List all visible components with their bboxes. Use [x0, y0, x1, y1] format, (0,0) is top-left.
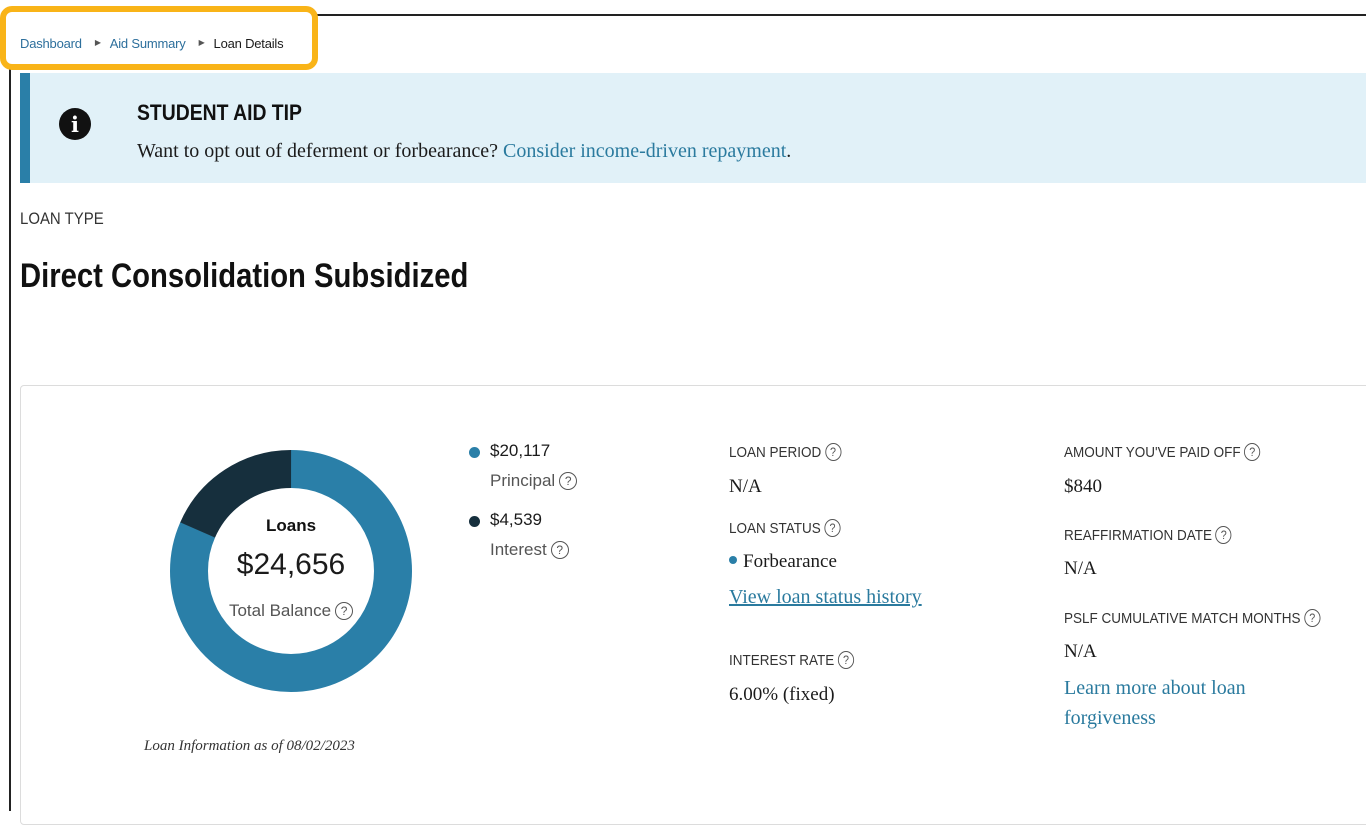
loan-status-label-row: LOAN STATUS? [729, 519, 841, 537]
reaffirmation-label-row: REAFFIRMATION DATE? [1064, 526, 1232, 544]
breadcrumb-aid-summary-link[interactable]: Aid Summary [110, 36, 186, 51]
window-left-border [9, 14, 11, 811]
principal-legend-dot [469, 447, 480, 458]
principal-amount: $20,117 [490, 441, 551, 460]
interest-amount: $4,539 [490, 510, 542, 529]
tip-text-body: Want to opt out of deferment or forbeara… [137, 140, 504, 162]
help-circle-icon[interactable]: ? [837, 651, 855, 669]
help-circle-icon[interactable]: ? [1304, 609, 1321, 627]
loan-period-value: N/A [729, 476, 762, 497]
total-balance-caption: Total Balance? [180, 601, 402, 621]
loan-period-label: LOAN PERIOD [729, 444, 822, 461]
help-circle-icon[interactable]: ? [559, 472, 578, 490]
total-balance-label: Total Balance [228, 601, 332, 620]
tip-text-end: . [786, 140, 792, 162]
loan-forgiveness-link-line2: forgiveness [1064, 707, 1156, 729]
view-loan-status-history-link[interactable]: View loan status history [729, 582, 922, 612]
total-balance-amount: $24,656 [236, 548, 346, 581]
student-aid-tip: i STUDENT AID TIP Want to opt out of def… [20, 73, 1366, 183]
breadcrumb-highlight: Dashboard ▶ Aid Summary ▶ Loan Details [0, 6, 318, 70]
help-circle-icon[interactable]: ? [335, 602, 354, 620]
triangle-right-icon: ▶ [94, 38, 101, 47]
tip-title: STUDENT AID TIP [137, 100, 302, 125]
loan-forgiveness-link[interactable]: Learn more about loan forgiveness [1064, 673, 1246, 733]
loan-status-value: Forbearance [743, 551, 837, 572]
paid-off-label-row: AMOUNT YOU'VE PAID OFF? [1064, 443, 1261, 461]
paid-off-value: $840 [1064, 476, 1102, 497]
interest-label: Interest [490, 540, 547, 559]
breadcrumb: Dashboard ▶ Aid Summary ▶ Loan Details [20, 36, 284, 51]
loan-status-label: LOAN STATUS [729, 520, 821, 537]
reaffirmation-value: N/A [1064, 558, 1097, 579]
loan-type-label: LOAN TYPE [20, 209, 104, 228]
help-circle-icon[interactable]: ? [824, 519, 841, 537]
interest-label-row: Interest? [490, 540, 569, 560]
pslf-value: N/A [1064, 641, 1097, 662]
loan-forgiveness-link-line1: Learn more about loan [1064, 677, 1246, 699]
loan-period-label-row: LOAN PERIOD? [729, 443, 842, 461]
interest-legend-dot [469, 516, 480, 527]
tip-text: Want to opt out of deferment or forbeara… [137, 140, 791, 163]
paid-off-label: AMOUNT YOU'VE PAID OFF [1064, 444, 1241, 461]
help-circle-icon[interactable]: ? [1215, 526, 1232, 544]
principal-label: Principal [490, 471, 556, 490]
triangle-right-icon: ▶ [198, 38, 205, 47]
pslf-label: PSLF CUMULATIVE MATCH MONTHS [1064, 610, 1301, 627]
interest-rate-label: INTEREST RATE [729, 652, 835, 669]
principal-label-row: Principal? [490, 471, 578, 491]
status-dot-icon [729, 556, 737, 564]
loan-type-title: Direct Consolidation Subsidized [20, 257, 469, 295]
help-circle-icon[interactable]: ? [550, 541, 569, 559]
breadcrumb-current: Loan Details [213, 36, 284, 51]
loan-status-value-row: Forbearance [729, 551, 837, 573]
interest-rate-value: 6.00% (fixed) [729, 684, 835, 705]
breadcrumb-dashboard-link[interactable]: Dashboard [20, 36, 82, 51]
income-driven-repayment-link[interactable]: Consider income-driven repayment [503, 140, 786, 162]
pslf-label-row: PSLF CUMULATIVE MATCH MONTHS? [1064, 609, 1321, 627]
help-circle-icon[interactable]: ? [824, 443, 842, 461]
donut-center-title: Loans [265, 516, 317, 535]
reaffirmation-label: REAFFIRMATION DATE [1064, 527, 1213, 544]
loan-info-date: Loan Information as of 08/02/2023 [144, 738, 355, 754]
interest-rate-label-row: INTEREST RATE? [729, 651, 855, 669]
info-icon: i [59, 108, 91, 140]
help-circle-icon[interactable]: ? [1244, 443, 1261, 461]
